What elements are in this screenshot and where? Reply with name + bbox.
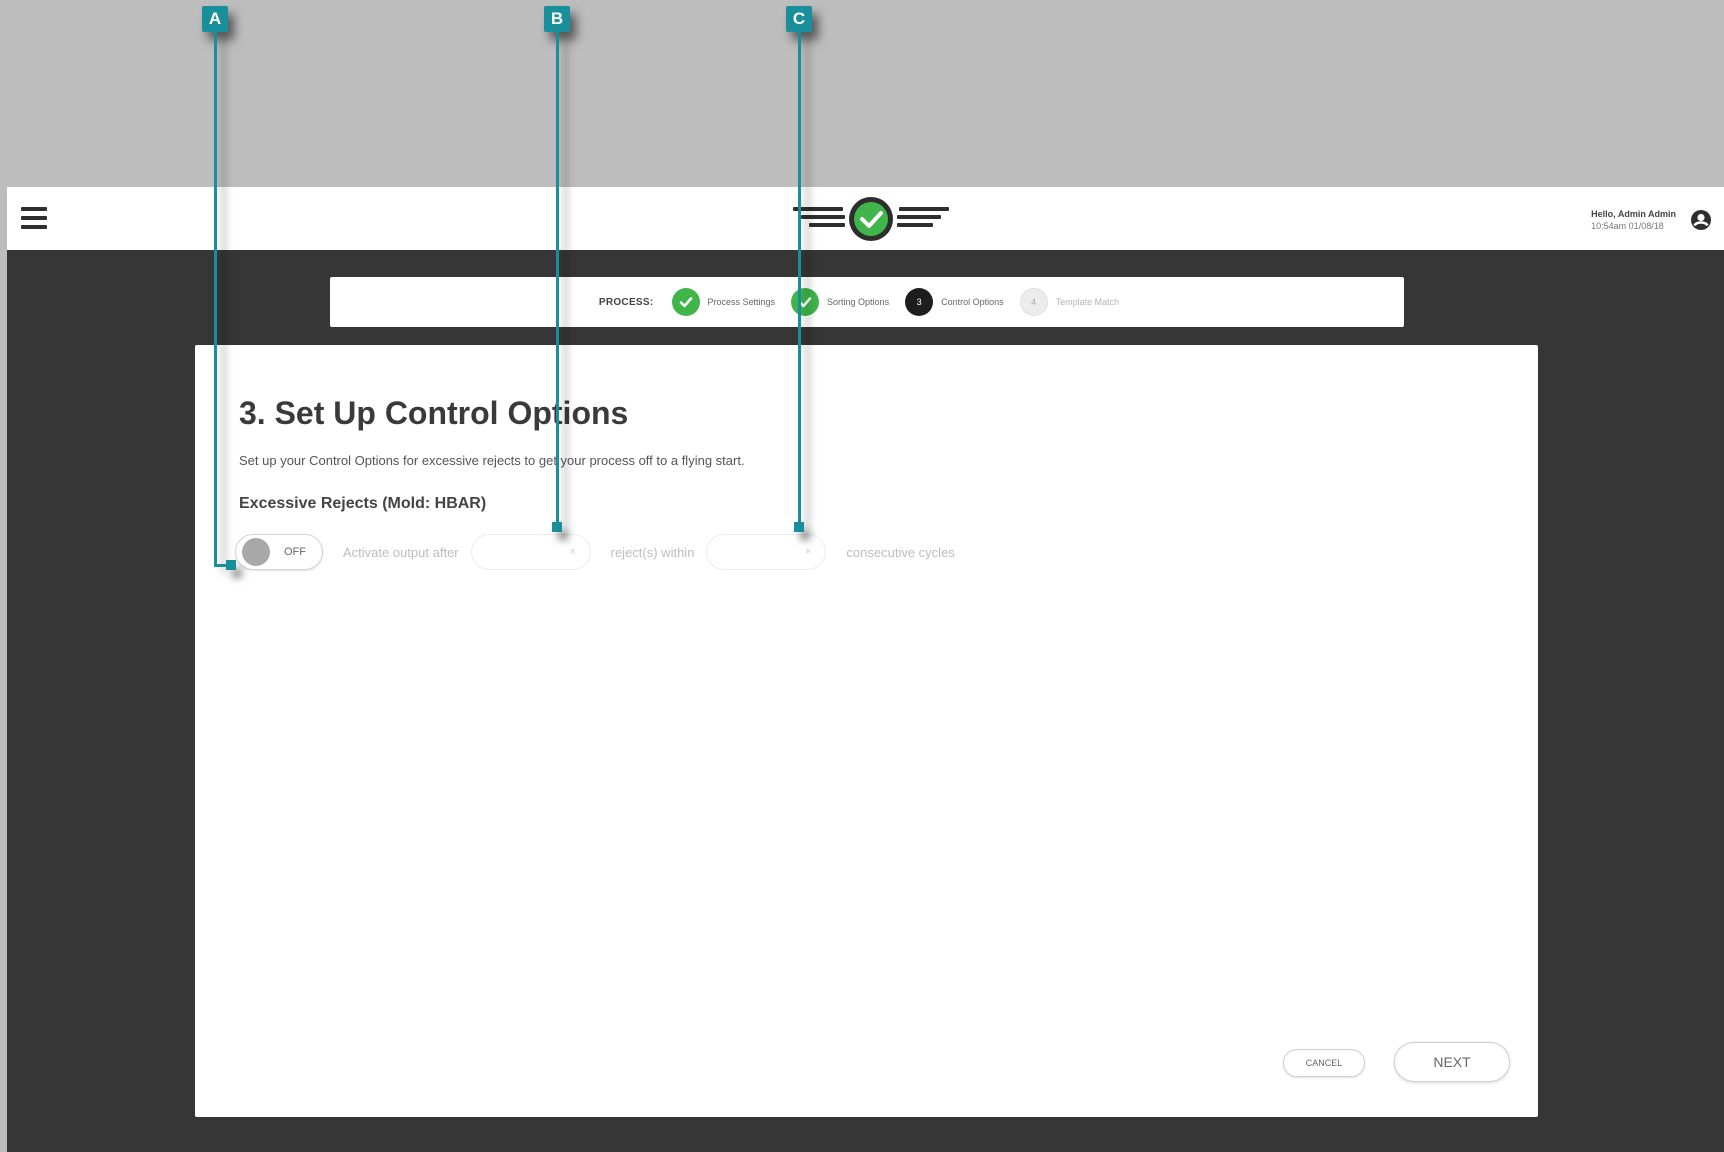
menu-icon[interactable] — [21, 207, 47, 229]
toggle-label: OFF — [284, 546, 306, 558]
callout-badge-c: C — [786, 6, 812, 32]
callout-marker-a — [226, 560, 236, 570]
clear-icon[interactable]: × — [569, 546, 575, 558]
callout-line-a — [214, 32, 217, 567]
step-control-options[interactable]: 3 Control Options — [905, 288, 1004, 316]
process-stepper: PROCESS: Process Settings Sorting Option… — [330, 277, 1404, 327]
control-options-card: 3. Set Up Control Options Set up your Co… — [195, 345, 1538, 1117]
step-sorting-options[interactable]: Sorting Options — [791, 288, 889, 316]
cycles-text: consecutive cycles — [846, 544, 955, 560]
app-window: Hello, Admin Admin 10:54am 01/08/18 PROC… — [7, 187, 1724, 1152]
step-number: 3 — [905, 288, 934, 316]
within-text: reject(s) within — [610, 544, 695, 560]
step-label: Template Match — [1055, 297, 1120, 307]
step-number: 4 — [1019, 288, 1048, 316]
rule-toggle[interactable]: OFF — [235, 534, 323, 570]
callout-marker-b — [552, 522, 562, 532]
user-greeting: Hello, Admin Admin — [1591, 209, 1676, 219]
activate-text: Activate output after — [343, 544, 459, 560]
excessive-rejects-rule: OFF Activate output after × reject(s) wi… — [235, 533, 967, 571]
step-process-settings[interactable]: Process Settings — [671, 288, 776, 316]
top-bar: Hello, Admin Admin 10:54am 01/08/18 — [7, 187, 1724, 250]
page-title: 3. Set Up Control Options — [239, 395, 629, 431]
cancel-button[interactable]: CANCEL — [1283, 1049, 1365, 1077]
step-label: Sorting Options — [827, 297, 890, 307]
clear-icon[interactable]: × — [805, 546, 811, 558]
check-icon — [671, 288, 700, 316]
callout-line-c — [798, 32, 801, 524]
next-button[interactable]: NEXT — [1394, 1042, 1510, 1082]
section-title: Excessive Rejects (Mold: HBAR) — [239, 495, 487, 512]
callout-badge-b: B — [544, 6, 570, 32]
callout-badge-a: A — [202, 6, 228, 32]
logo — [793, 197, 949, 241]
step-label: Control Options — [941, 297, 1004, 307]
cycles-count-input[interactable]: × — [706, 534, 827, 570]
callout-line-b — [556, 32, 559, 524]
stepper-label: PROCESS: — [598, 296, 654, 308]
toggle-knob — [242, 538, 270, 566]
page-subtitle: Set up your Control Options for excessiv… — [239, 453, 745, 468]
callout-marker-c — [794, 522, 804, 532]
user-datetime: 10:54am 01/08/18 — [1591, 221, 1664, 231]
step-label: Process Settings — [707, 297, 776, 307]
check-icon — [791, 288, 820, 316]
step-template-match[interactable]: 4 Template Match — [1019, 288, 1120, 316]
user-info: Hello, Admin Admin 10:54am 01/08/18 — [1591, 208, 1676, 232]
rejects-count-input[interactable]: × — [470, 534, 591, 570]
account-icon[interactable] — [1690, 209, 1712, 231]
